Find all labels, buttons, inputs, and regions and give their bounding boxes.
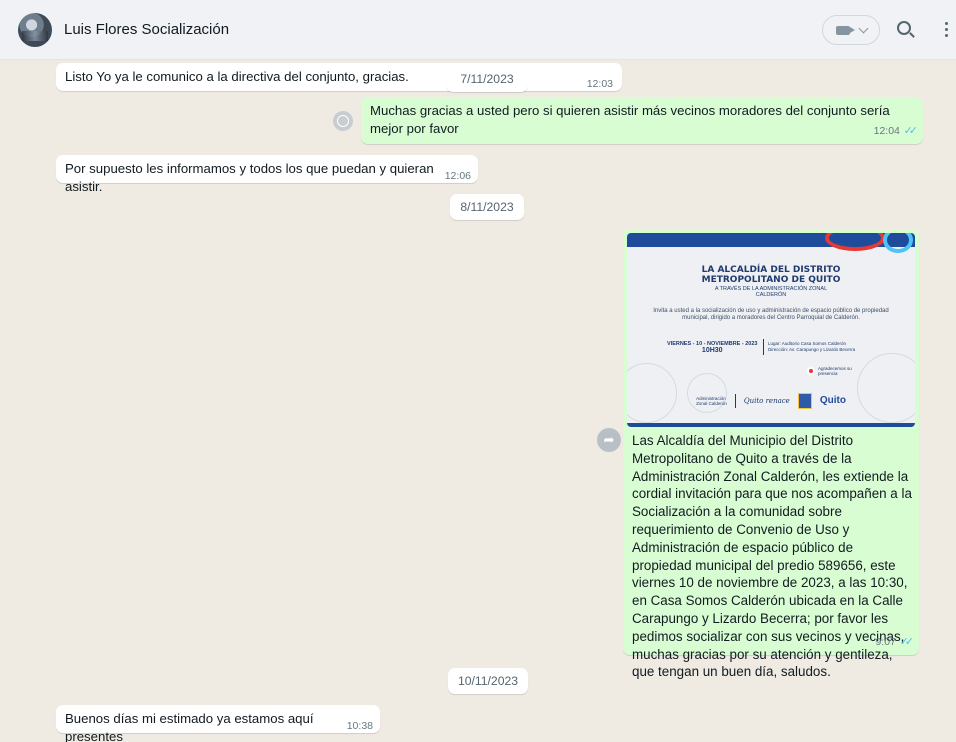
- poster-time-line: 10H30: [701, 347, 723, 354]
- read-receipt-icon: ✓✓: [903, 125, 919, 137]
- read-receipt-icon: ✓✓: [899, 636, 915, 648]
- react-button[interactable]: [333, 111, 353, 131]
- poster-divider: [763, 339, 764, 355]
- chat-area[interactable]: Listo Yo ya le comunico a la directiva d…: [0, 60, 956, 742]
- poster-logos: Administración Zonal Calderón Quito rena…: [627, 389, 915, 413]
- contact-name[interactable]: Luis Flores Socialización: [64, 21, 229, 38]
- poster-thanks-icon: [807, 367, 815, 375]
- message-text: Por supuesto les informamos y todos los …: [65, 161, 434, 194]
- poster-top-band: [627, 233, 915, 253]
- video-camera-icon: [835, 25, 855, 35]
- search-icon[interactable]: [897, 21, 911, 35]
- event-poster-image[interactable]: LA ALCALDÍA DEL DISTRITO METROPOLITANO D…: [627, 233, 915, 427]
- date-chip: 10/11/2023: [448, 668, 528, 694]
- incoming-message[interactable]: Por supuesto les informamos y todos los …: [56, 155, 478, 194]
- poster-body: Invita a usted a la socialización de uso…: [653, 308, 889, 321]
- message-text: Buenos días mi estimado ya estamos aquí …: [65, 711, 314, 742]
- poster-title: LA ALCALDÍA DEL DISTRITO METROPOLITANO D…: [627, 265, 915, 285]
- message-time: 12:03: [586, 78, 613, 90]
- message-time: 10:38: [346, 720, 373, 732]
- message-text: Muchas gracias a usted pero si quieren a…: [370, 103, 890, 136]
- poster-renace-logo: Quito renace: [743, 397, 790, 405]
- poster-arc-blue: [883, 233, 913, 253]
- poster-arc-red: [825, 233, 885, 251]
- contact-avatar[interactable]: [18, 13, 52, 47]
- poster-subtitle: A TRAVÉS DE LA ADMINISTRACIÓN ZONAL CALD…: [627, 286, 915, 298]
- incoming-message[interactable]: Listo Yo ya le comunico a la directiva d…: [56, 63, 622, 91]
- message-text: Listo Yo ya le comunico a la directiva d…: [65, 69, 409, 84]
- poster-logo-separator: [734, 394, 736, 408]
- poster-subtitle-line: CALDERÓN: [755, 292, 787, 298]
- poster-bottom-band: [627, 423, 915, 427]
- poster-location-line: Lugar: Auditorio Casa Somos Calderón: [768, 341, 847, 346]
- message-meta: 9:07 ✓✓: [875, 632, 915, 651]
- poster-title-line: LA ALCALDÍA DEL DISTRITO: [701, 265, 841, 275]
- poster-thanks: Agradecemos su presencia: [818, 366, 852, 376]
- message-meta: 12:04 ✓✓: [873, 121, 919, 140]
- video-call-button[interactable]: [822, 15, 880, 45]
- poster-quito-logo: Quito: [819, 395, 846, 406]
- poster-admin-logo: Administración Zonal Calderón: [696, 396, 727, 406]
- message-time: 12:04: [873, 125, 900, 137]
- poster-admin-line: Zonal Calderón: [696, 401, 727, 406]
- outgoing-message[interactable]: Muchas gracias a usted pero si quieren a…: [361, 97, 923, 144]
- forward-icon: ➦: [603, 432, 615, 447]
- poster-title-line: METROPOLITANO DE QUITO: [701, 275, 841, 285]
- outgoing-image-message[interactable]: LA ALCALDÍA DEL DISTRITO METROPOLITANO D…: [623, 229, 919, 679]
- poster-thanks-line: presencia: [818, 371, 838, 376]
- date-chip: 8/11/2023: [450, 194, 524, 220]
- menu-icon[interactable]: [945, 22, 949, 40]
- date-chip: 7/11/2023: [446, 66, 528, 92]
- poster-address-line: Dirección: Av. Carapungo y Lizardo Becer…: [768, 346, 856, 352]
- quito-seal-icon: [797, 393, 812, 409]
- message-time: 12:06: [444, 170, 471, 182]
- forward-button[interactable]: ➦: [597, 428, 621, 452]
- message-time: 9:07: [875, 636, 896, 648]
- chevron-down-icon: [858, 23, 868, 33]
- chat-header: Luis Flores Socialización: [0, 0, 956, 60]
- smiley-icon: [337, 115, 349, 127]
- incoming-message[interactable]: Buenos días mi estimado ya estamos aquí …: [56, 705, 380, 742]
- poster-location: Lugar: Auditorio Casa Somos Calderón Dir…: [768, 341, 855, 352]
- message-text: Las Alcaldía del Municipio del Distrito …: [632, 433, 912, 680]
- poster-date: VIERNES - 10 - NOVIEMBRE - 2023 10H30: [667, 341, 757, 355]
